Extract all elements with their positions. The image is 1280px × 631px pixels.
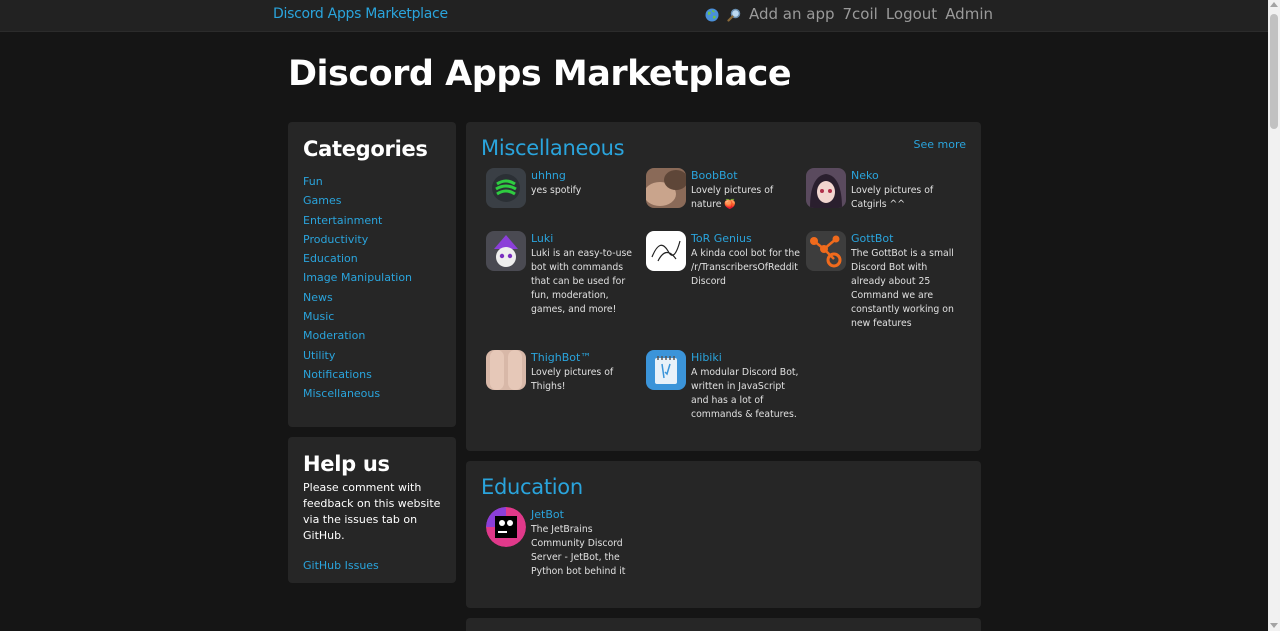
notepad-icon[interactable] xyxy=(646,350,686,390)
app-description: Lovely pictures of Thighs! xyxy=(531,367,614,392)
app-description: Lovely pictures of Catgirls ^^ xyxy=(851,185,934,210)
scroll-down-arrow-icon[interactable] xyxy=(1270,623,1278,628)
category-link-news[interactable]: News xyxy=(303,291,333,304)
app-name[interactable]: ToR Genius xyxy=(691,232,752,245)
category-link-moderation[interactable]: Moderation xyxy=(303,329,365,342)
top-navbar: Discord Apps Marketplace Add an app 7coi… xyxy=(0,0,1268,32)
help-heading: Help us xyxy=(303,452,390,476)
logout-link[interactable]: Logout xyxy=(886,5,937,23)
orange-nodes-icon[interactable] xyxy=(806,231,846,271)
vertical-scrollbar[interactable] xyxy=(1268,0,1280,631)
education-section: Education JetBot The JetBrains Community… xyxy=(466,461,981,608)
app-description: Lovely pictures of nature 🍑 xyxy=(691,185,774,210)
app-name[interactable]: ThighBot™ xyxy=(531,351,591,364)
scrollbar-thumb[interactable] xyxy=(1270,14,1278,129)
category-link-miscellaneous[interactable]: Miscellaneous xyxy=(303,387,380,400)
app-name[interactable]: uhhng xyxy=(531,169,566,182)
add-app-link[interactable]: Add an app xyxy=(749,5,835,23)
category-list: Fun Games Entertainment Productivity Edu… xyxy=(303,172,441,404)
scribble-logo-icon[interactable] xyxy=(646,231,686,271)
github-issues-link[interactable]: GitHub Issues xyxy=(303,559,379,572)
search-icon[interactable] xyxy=(727,7,741,22)
app-name[interactable]: Luki xyxy=(531,232,553,245)
app-name[interactable]: Hibiki xyxy=(691,351,722,364)
app-name[interactable]: BoobBot xyxy=(691,169,738,182)
app-description: A kinda cool bot for the /r/Transcribers… xyxy=(691,248,800,287)
miscellaneous-section: Miscellaneous See more uhhng yes spotify… xyxy=(466,122,981,451)
page-title: Discord Apps Marketplace xyxy=(288,54,792,94)
category-link-productivity[interactable]: Productivity xyxy=(303,233,368,246)
anime-girl-icon[interactable] xyxy=(806,168,846,208)
category-link-education[interactable]: Education xyxy=(303,252,358,265)
scroll-up-arrow-icon[interactable] xyxy=(1270,2,1278,7)
nav-right: Add an app 7coil Logout Admin xyxy=(705,5,993,23)
help-panel: Help us Please comment with feedback on … xyxy=(288,437,456,583)
bot-avatar-icon[interactable] xyxy=(646,168,686,208)
app-description: yes spotify xyxy=(531,185,582,196)
see-more-link[interactable]: See more xyxy=(913,138,966,151)
category-link-image-manipulation[interactable]: Image Manipulation xyxy=(303,271,412,284)
category-link-fun[interactable]: Fun xyxy=(303,175,323,188)
categories-panel: Categories Fun Games Entertainment Produ… xyxy=(288,122,456,427)
app-description: The JetBrains Community Discord Server -… xyxy=(531,524,626,577)
user-link[interactable]: 7coil xyxy=(843,5,878,23)
jetbrains-logo-icon[interactable] xyxy=(486,507,526,547)
admin-link[interactable]: Admin xyxy=(945,5,993,23)
bot-avatar-icon[interactable] xyxy=(486,350,526,390)
app-name[interactable]: JetBot xyxy=(531,508,564,521)
help-text: Please comment with feedback on this web… xyxy=(303,481,441,542)
section-title-education[interactable]: Education xyxy=(481,475,583,499)
category-link-music[interactable]: Music xyxy=(303,310,334,323)
green-swirl-icon[interactable] xyxy=(486,168,526,208)
section-title-miscellaneous[interactable]: Miscellaneous xyxy=(481,136,625,160)
category-link-notifications[interactable]: Notifications xyxy=(303,368,372,381)
app-description: The GottBot is a small Discord Bot with … xyxy=(851,248,954,329)
app-description: Luki is an easy-to-use bot with commands… xyxy=(531,248,633,315)
category-link-games[interactable]: Games xyxy=(303,194,341,207)
brand-link[interactable]: Discord Apps Marketplace xyxy=(273,6,448,22)
category-link-entertainment[interactable]: Entertainment xyxy=(303,214,382,227)
globe-icon[interactable] xyxy=(705,7,719,22)
app-name[interactable]: GottBot xyxy=(851,232,893,245)
category-link-utility[interactable]: Utility xyxy=(303,349,335,362)
app-name[interactable]: Neko xyxy=(851,169,879,182)
app-description: A modular Discord Bot, written in JavaSc… xyxy=(691,367,799,420)
categories-heading: Categories xyxy=(303,137,428,161)
purple-wizard-icon[interactable] xyxy=(486,231,526,271)
next-section xyxy=(466,618,981,631)
